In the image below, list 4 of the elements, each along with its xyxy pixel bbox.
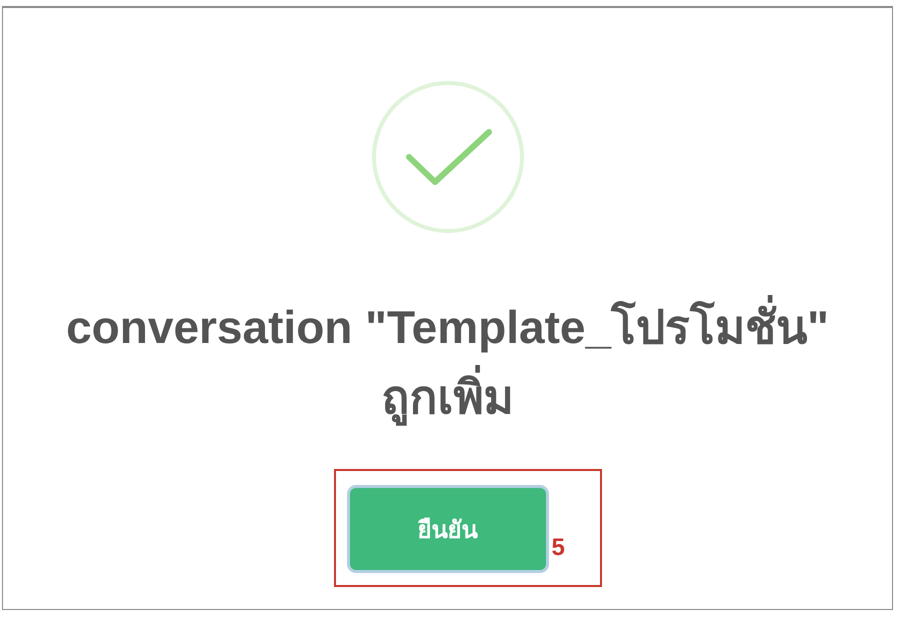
success-check-icon [370, 80, 524, 234]
confirm-button[interactable]: ยืนยัน [350, 488, 546, 570]
step-number: 5 [552, 534, 565, 562]
success-message: conversation "Template_โปรโมชั่น" ถูกเพิ่ม [38, 292, 858, 432]
